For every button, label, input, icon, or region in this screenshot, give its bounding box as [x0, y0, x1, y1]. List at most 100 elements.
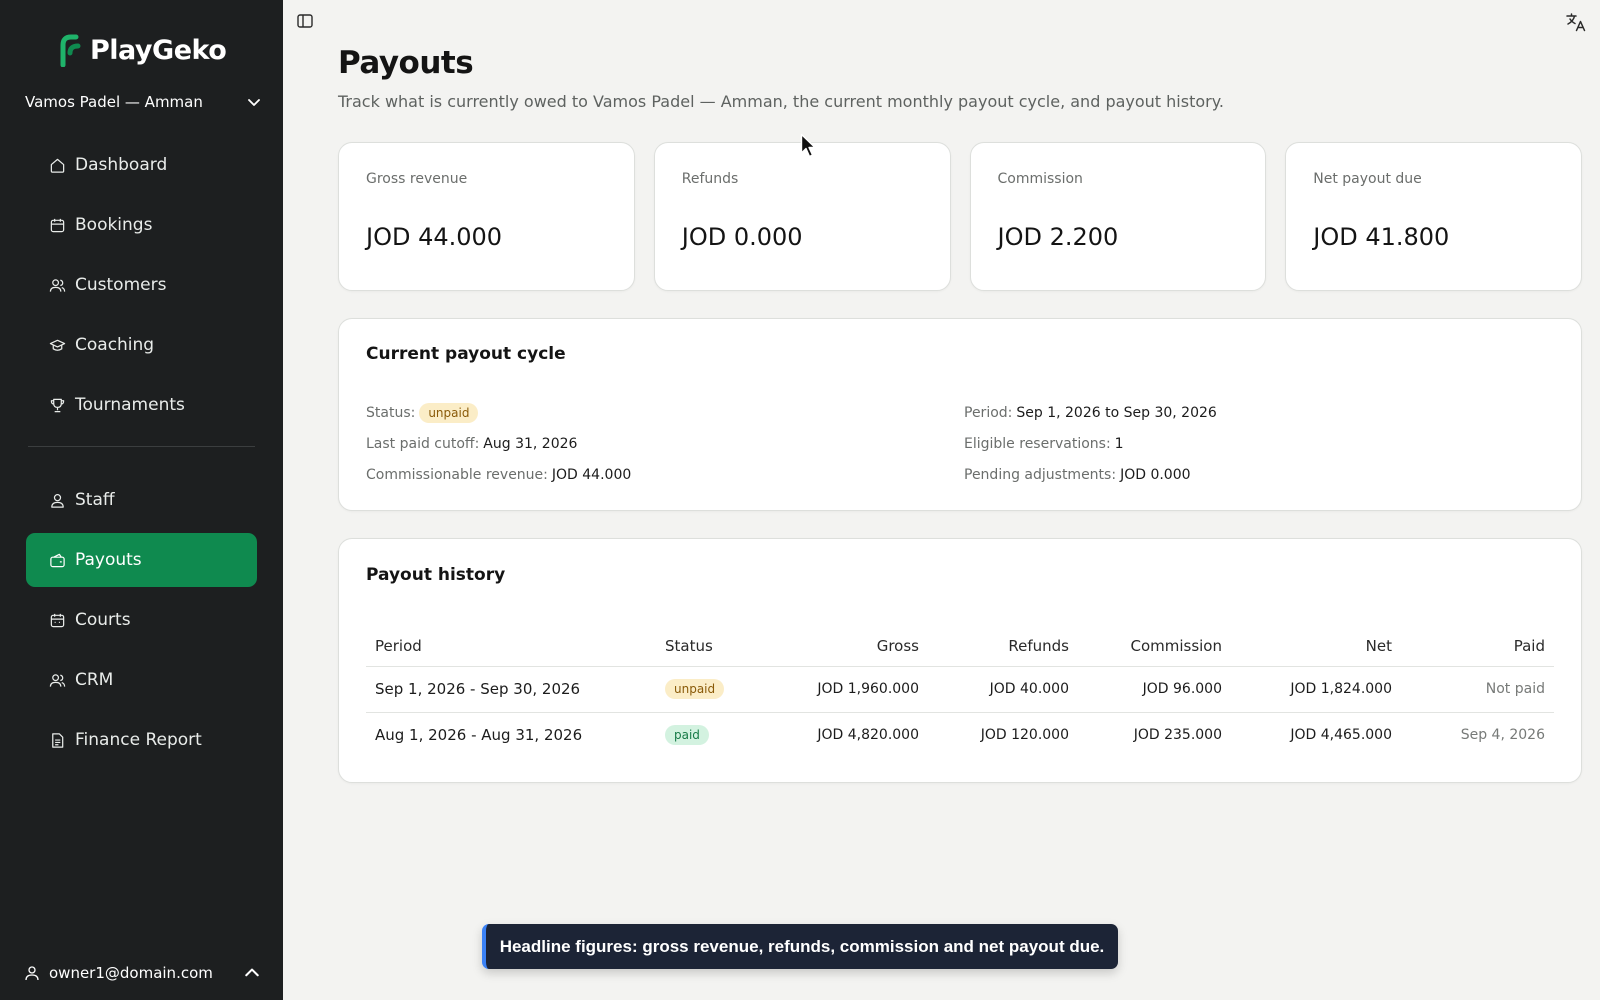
period-value: Sep 1, 2026 to Sep 30, 2026 — [1016, 404, 1217, 421]
venue-selector-label: Vamos Padel — Amman — [25, 93, 203, 111]
sidebar-item-label: Coaching — [75, 335, 155, 355]
last-paid-row: Last paid cutoff: Aug 31, 2026 — [366, 428, 631, 459]
sidebar-item-label: Staff — [75, 490, 115, 510]
column-header-net: Net — [1231, 626, 1401, 667]
cell-status: unpaid — [656, 666, 786, 713]
toast-text: Headline figures: gross revenue, refunds… — [499, 936, 1105, 956]
sidebar-item-staff[interactable]: Staff — [26, 473, 257, 527]
table-row[interactable]: Sep 1, 2026 - Sep 30, 2026 unpaid JOD 1,… — [366, 666, 1554, 713]
column-header-paid: Paid — [1401, 626, 1554, 667]
payout-history-panel: Payout history Period Status Gross Refun… — [338, 538, 1582, 783]
column-header-commission: Commission — [1078, 626, 1231, 667]
user-icon — [51, 493, 64, 508]
cell-commission: JOD 96.000 — [1078, 666, 1231, 713]
cell-period: Aug 1, 2026 - Aug 31, 2026 — [375, 726, 583, 745]
chevron-down-icon — [248, 99, 260, 106]
commissionable-row: Commissionable revenue: JOD 44.000 — [366, 459, 631, 490]
sidebar-item-label: Finance Report — [75, 730, 202, 750]
commissionable-label: Commissionable revenue: — [366, 466, 548, 483]
eligible-row: Eligible reservations: 1 — [964, 428, 1217, 459]
sidebar-nav: Dashboard Bookings Customers Coaching To… — [26, 138, 257, 773]
sidebar-item-tournaments[interactable]: Tournaments — [26, 378, 257, 432]
card-value: JOD 41.800 — [1313, 223, 1450, 251]
cell-net: JOD 1,824.000 — [1231, 666, 1401, 713]
sidebar-item-courts[interactable]: Courts — [26, 593, 257, 647]
sidebar-item-label: CRM — [75, 670, 114, 690]
cycle-details-right: Period: Sep 1, 2026 to Sep 30, 2026 Elig… — [964, 397, 1217, 490]
users-icon — [49, 673, 66, 687]
card-gross-revenue: Gross revenue JOD 44.000 — [338, 142, 635, 291]
cell-status: paid — [656, 712, 786, 758]
chevron-up-icon — [245, 968, 259, 977]
payout-history-table: Period Status Gross Refunds Commission N… — [366, 626, 1554, 758]
sidebar-divider — [28, 446, 255, 447]
status-label: Status: — [366, 404, 416, 421]
sidebar-item-label: Dashboard — [75, 155, 168, 175]
period-row: Period: Sep 1, 2026 to Sep 30, 2026 — [964, 397, 1217, 428]
sidebar-item-customers[interactable]: Customers — [26, 258, 257, 312]
cell-net: JOD 4,465.000 — [1290, 727, 1392, 744]
card-label: Gross revenue — [366, 171, 468, 187]
commissionable-value: JOD 44.000 — [551, 466, 632, 483]
pending-label: Pending adjustments: — [964, 466, 1117, 483]
cell-period: Sep 1, 2026 - Sep 30, 2026 — [366, 666, 656, 713]
card-net-payout-due: Net payout due JOD 41.800 — [1285, 142, 1582, 291]
sidebar-item-bookings[interactable]: Bookings — [26, 198, 257, 252]
sidebar-item-crm[interactable]: CRM — [26, 653, 257, 707]
sidebar: PlayGeko Vamos Padel — Amman Dashboard B… — [0, 0, 283, 1000]
venue-selector[interactable]: Vamos Padel — Amman — [25, 90, 261, 114]
sidebar-item-coaching[interactable]: Coaching — [26, 318, 257, 372]
calendar-grid-icon — [50, 613, 65, 627]
sidebar-toggle-icon[interactable] — [296, 12, 314, 30]
column-header-refunds: Refunds — [928, 626, 1078, 667]
sidebar-item-label: Payouts — [75, 550, 142, 570]
eligible-value: 1 — [1114, 435, 1124, 452]
sidebar-item-label: Customers — [75, 275, 167, 295]
brand-logo[interactable]: PlayGeko — [56, 32, 227, 68]
logo-icon — [60, 34, 81, 67]
sidebar-item-label: Courts — [75, 610, 131, 630]
last-paid-label: Last paid cutoff: — [366, 435, 480, 452]
eligible-label: Eligible reservations: — [964, 435, 1111, 452]
user-menu[interactable]: owner1@domain.com — [24, 960, 260, 986]
cell-refunds: JOD 40.000 — [928, 666, 1078, 713]
payout-history-title: Payout history — [366, 565, 506, 585]
card-refunds: Refunds JOD 0.000 — [653, 142, 951, 291]
current-cycle-panel: Current payout cycle Status: unpaid Last… — [338, 318, 1582, 511]
calendar-icon — [50, 218, 65, 232]
translate-icon[interactable] — [1565, 11, 1587, 33]
card-label: Commission — [997, 171, 1083, 187]
trophy-icon — [50, 398, 65, 412]
card-label: Net payout due — [1313, 171, 1422, 187]
column-header-period: Period — [366, 626, 656, 667]
cell-paid: Sep 4, 2026 — [1460, 727, 1545, 744]
brand-name: PlayGeko — [90, 34, 227, 66]
users-icon — [49, 278, 66, 292]
page-title: Payouts — [338, 45, 474, 81]
status-badge: unpaid — [419, 402, 479, 423]
column-header-status: Status — [656, 626, 786, 667]
wallet-icon — [50, 553, 65, 567]
cell-gross: JOD 4,820.000 — [817, 727, 919, 744]
cell-gross: JOD 1,960.000 — [786, 666, 928, 713]
sidebar-item-payouts[interactable]: Payouts — [26, 533, 257, 587]
caption-toast: Headline figures: gross revenue, refunds… — [482, 924, 1118, 969]
card-label: Refunds — [681, 171, 739, 187]
table-row[interactable]: Aug 1, 2026 - Aug 31, 2026 paid JOD 4,82… — [366, 712, 1554, 758]
sidebar-item-dashboard[interactable]: Dashboard — [26, 138, 257, 192]
status-badge: paid — [665, 725, 709, 746]
pending-value: JOD 0.000 — [1120, 466, 1191, 483]
sidebar-item-finance-report[interactable]: Finance Report — [26, 713, 257, 767]
home-icon — [50, 158, 65, 173]
user-email: owner1@domain.com — [49, 964, 213, 982]
last-paid-value: Aug 31, 2026 — [483, 435, 578, 452]
card-value: JOD 2.200 — [997, 223, 1119, 251]
table-header-row: Period Status Gross Refunds Commission N… — [366, 626, 1554, 667]
user-icon — [25, 966, 39, 981]
cell-commission: JOD 235.000 — [1133, 727, 1222, 744]
graduation-cap-icon — [49, 339, 66, 351]
cycle-status-row: Status: unpaid — [366, 397, 631, 428]
card-value: JOD 0.000 — [681, 223, 803, 251]
summary-cards: Gross revenue JOD 44.000 Refunds JOD 0.0… — [338, 142, 1582, 291]
page-subtitle: Track what is currently owed to Vamos Pa… — [338, 92, 1224, 111]
